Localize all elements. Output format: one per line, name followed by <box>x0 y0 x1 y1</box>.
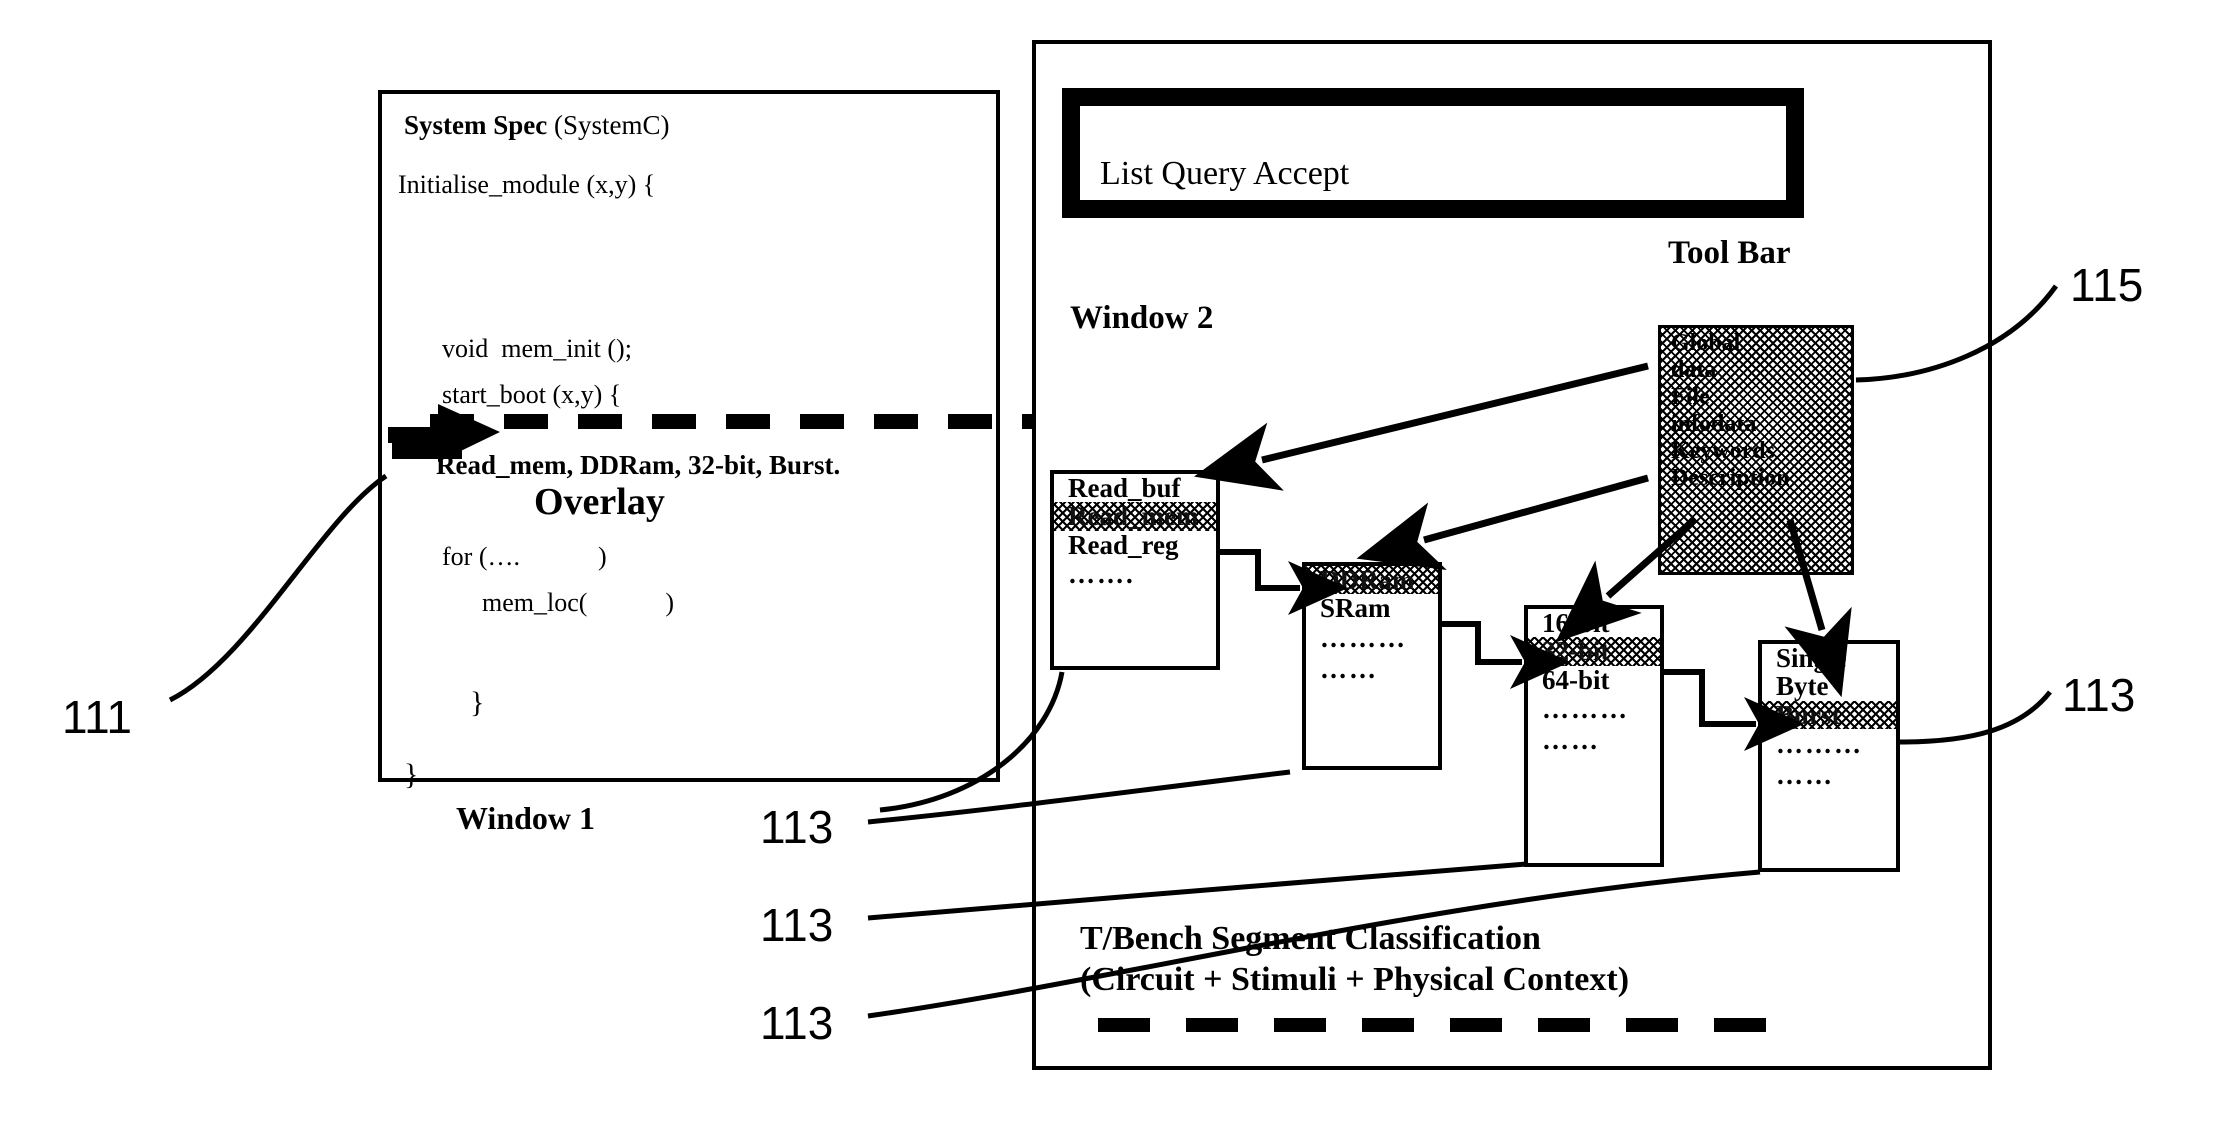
option-row-selected[interactable]: 32-bit <box>1528 637 1660 666</box>
window-1-caption: Window 1 <box>456 800 596 836</box>
option-row-ellipsis: …… <box>1542 725 1600 756</box>
metadata-attribute-list[interactable]: Global data File infodata Keywords Descriptio… <box>1658 325 1854 575</box>
code-line-close-brace-inner: } <box>470 686 485 719</box>
code-line-read-mem-statement[interactable]: Read_mem, DDRam, 32-bit, Burst. <box>436 452 840 479</box>
option-row-ellipsis: ……… <box>1320 622 1407 653</box>
read-operations-box[interactable]: Read_buf Read_mem Read_reg……. <box>1050 470 1220 670</box>
leader-line-111 <box>168 473 388 703</box>
toolbar-caption: Tool Bar <box>1668 235 1791 271</box>
window-2-caption: Window 2 <box>1070 300 1214 336</box>
option-row[interactable]: Single <box>1762 644 1896 673</box>
reference-numeral-115: 115 <box>2070 259 2144 311</box>
option-row[interactable]: Byte <box>1762 672 1896 701</box>
transfer-mode-box[interactable]: Single Byte Burst…………… <box>1758 640 1900 872</box>
overlay-label: Overlay <box>534 481 665 523</box>
toolbar-menu-items[interactable]: List Query Accept <box>1100 155 1349 193</box>
metadata-row[interactable]: infodata <box>1661 409 1851 436</box>
tbench-caption-line-2: (Circuit + Stimuli + Physical Context) <box>1080 961 1630 999</box>
option-row-selected[interactable]: Burst <box>1762 700 1896 729</box>
window-1-panel[interactable]: System Spec (SystemC) Initialise_module … <box>378 90 1000 790</box>
metadata-row[interactable]: File <box>1661 382 1851 409</box>
code-line-initialise-module: Initialise_module (x,y) { <box>398 170 656 199</box>
option-row-selected[interactable]: DDRam <box>1306 566 1438 594</box>
option-row-ellipsis: ……… <box>1542 694 1629 725</box>
reference-numeral-113-right: 113 <box>2062 669 2136 721</box>
option-row-ellipsis: ……. <box>1068 559 1135 590</box>
metadata-row[interactable]: Keywords <box>1661 436 1851 463</box>
metadata-row[interactable]: data <box>1661 355 1851 382</box>
tbench-caption-line-1: T/Bench Segment Classification <box>1080 920 1541 957</box>
option-row[interactable]: Read_buf <box>1054 474 1216 503</box>
option-row[interactable]: 64-bit <box>1528 665 1660 694</box>
option-row-selected[interactable]: Read_mem <box>1054 502 1216 531</box>
option-row[interactable]: SRam <box>1306 594 1438 623</box>
tbench-classification-caption: T/Bench Segment Classification (Circuit … <box>1080 918 1629 1001</box>
reference-numeral-111: 111 <box>62 691 132 743</box>
option-row-ellipsis: ……… <box>1776 729 1863 760</box>
figure-canvas: System Spec (SystemC) Initialise_module … <box>0 0 2223 1122</box>
metadata-row[interactable]: Description <box>1661 463 1851 490</box>
bus-width-box[interactable]: 16-bit 32-bit 64-bit…………… <box>1524 605 1664 867</box>
code-line-start-boot: start_boot (x,y) { <box>442 380 622 409</box>
code-line-close-brace-outer: } <box>404 758 419 791</box>
reference-numeral-113-b: 113 <box>760 899 834 951</box>
overlay-dashed-line <box>430 414 1058 429</box>
window-1-title-rest: (SystemC) <box>547 110 670 140</box>
option-row[interactable]: Read_reg <box>1054 530 1216 559</box>
window-1-title: System Spec (SystemC) <box>404 112 670 139</box>
tbench-dashed-line <box>1098 1018 1798 1032</box>
option-row-ellipsis: …… <box>1320 653 1378 684</box>
code-line-mem-init: void mem_init (); <box>442 334 632 363</box>
window-1-title-bold: System Spec <box>404 110 548 140</box>
metadata-row[interactable]: Global <box>1661 328 1851 355</box>
reference-numeral-113-c: 113 <box>760 997 834 1049</box>
reference-numeral-113-a: 113 <box>760 801 834 853</box>
memory-type-box[interactable]: DDRam SRam…………… <box>1302 562 1442 770</box>
code-line-mem-loc: mem_loc( ) <box>482 588 675 617</box>
code-line-for-loop: for (…. ) <box>442 542 607 571</box>
option-row[interactable]: 16-bit <box>1528 609 1660 638</box>
toolbar-frame[interactable] <box>1062 88 1804 218</box>
option-row-ellipsis: …… <box>1776 760 1834 791</box>
